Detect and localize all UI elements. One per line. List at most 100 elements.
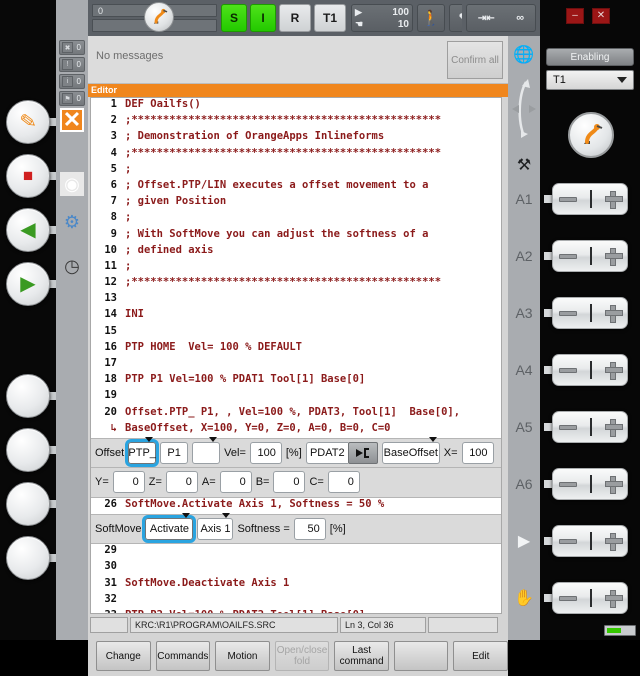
last-command-button[interactable]: Last command bbox=[334, 641, 389, 671]
offset-vel-field[interactable]: 100 bbox=[249, 441, 282, 464]
i-button[interactable]: I bbox=[250, 4, 276, 32]
code-line[interactable]: 19 bbox=[91, 389, 501, 405]
jog-minus-button-8[interactable] bbox=[559, 595, 578, 601]
mode-select[interactable]: T1 bbox=[546, 70, 634, 90]
edit-button[interactable]: Edit bbox=[453, 641, 509, 671]
offset-point-field[interactable]: P1 bbox=[160, 441, 189, 464]
jog-minus-button-2[interactable] bbox=[559, 253, 578, 259]
code-line[interactable]: 9 ; With SoftMove you can adjust the soft… bbox=[91, 228, 501, 244]
softmove-axis-field[interactable]: Axis 1 bbox=[197, 513, 234, 541]
code-line[interactable]: 18 PTP P1 Vel=100 % PDAT1 Tool[1] Base[0] bbox=[91, 373, 501, 389]
code-line[interactable]: 26 SoftMove.Activate Axis 1, Softness = 5… bbox=[91, 498, 501, 514]
jog-plus-button-6[interactable] bbox=[604, 476, 623, 494]
jog-plus-button-1[interactable] bbox=[604, 191, 623, 209]
jog-key-6[interactable] bbox=[552, 468, 628, 500]
motion-button[interactable]: Motion bbox=[215, 641, 270, 671]
stop-button[interactable]: ■ bbox=[6, 154, 50, 198]
ack-messages[interactable]: ✖ 0 bbox=[59, 40, 85, 55]
walking-man-icon[interactable]: 🚶 bbox=[417, 4, 445, 32]
world-coordinate-icon[interactable]: 🌐 bbox=[508, 42, 540, 68]
code-line[interactable]: 10 ; defined axis bbox=[91, 244, 501, 260]
close-button[interactable]: ✕ bbox=[592, 8, 610, 24]
change-button[interactable]: Change bbox=[96, 641, 151, 671]
code-line[interactable]: 30 bbox=[91, 560, 501, 576]
jog-key-2[interactable] bbox=[552, 240, 628, 272]
jog-key-7[interactable] bbox=[552, 525, 628, 557]
enabling-button[interactable]: Enabling bbox=[546, 48, 634, 66]
code-line[interactable]: 8; bbox=[91, 211, 501, 227]
incremental-jog-button[interactable]: ⇥⇤ ∞ bbox=[466, 4, 536, 32]
code-line[interactable]: 32 bbox=[91, 593, 501, 609]
info-messages[interactable]: i0 bbox=[59, 74, 85, 89]
code-line[interactable]: 5; bbox=[91, 163, 501, 179]
t1-button[interactable]: T1 bbox=[314, 4, 346, 32]
code-line[interactable]: 4 ;**************************************… bbox=[91, 147, 501, 163]
jog-plus-button-5[interactable] bbox=[604, 419, 623, 437]
code-line[interactable]: 17 bbox=[91, 357, 501, 373]
warning-messages[interactable]: ! 0 bbox=[59, 57, 85, 72]
jog-minus-button-7[interactable] bbox=[559, 538, 578, 544]
code-line[interactable]: 7 ; given Position bbox=[91, 195, 501, 211]
code-line[interactable]: 11; bbox=[91, 260, 501, 276]
settings-gear-icon[interactable]: ⚙ bbox=[60, 210, 84, 234]
jog-plus-button-2[interactable] bbox=[604, 248, 623, 266]
code-line[interactable]: 13 bbox=[91, 292, 501, 308]
blank-button[interactable] bbox=[393, 641, 449, 671]
offset-pdat-field[interactable]: PDAT2 bbox=[305, 441, 348, 464]
blank-button-4[interactable] bbox=[6, 536, 50, 580]
jog-minus-button-6[interactable] bbox=[559, 481, 578, 487]
forward-run-button[interactable]: ▶ bbox=[6, 262, 50, 306]
jog-key-1[interactable] bbox=[552, 183, 628, 215]
code-line[interactable]: 6 ; Offset.PTP/LIN executes a offset move… bbox=[91, 179, 501, 195]
close-program-icon[interactable]: ✕ bbox=[60, 107, 84, 132]
jog-key-3[interactable] bbox=[552, 297, 628, 329]
offset-c-field[interactable]: 0 bbox=[327, 471, 360, 494]
code-line[interactable]: 29 bbox=[91, 544, 501, 560]
backward-run-button[interactable]: ◀ bbox=[6, 208, 50, 252]
jog-key-8[interactable] bbox=[552, 582, 628, 614]
code-line[interactable]: 1 DEF Oailfs() bbox=[91, 98, 501, 114]
code-line[interactable]: 20 Offset.PTP_ P1, , Vel=100 %, PDAT3, To… bbox=[91, 406, 501, 422]
toolbar-robot-icon[interactable] bbox=[144, 2, 174, 32]
note-messages[interactable]: ⚑ 0 bbox=[59, 91, 85, 106]
jog-minus-button-1[interactable] bbox=[559, 196, 578, 202]
offset-y-field[interactable]: 0 bbox=[112, 471, 145, 494]
offset-x-field[interactable]: 100 bbox=[461, 441, 494, 464]
jog-direction-icon[interactable] bbox=[508, 74, 540, 144]
jog-key-4[interactable] bbox=[552, 354, 628, 386]
jog-minus-button-5[interactable] bbox=[559, 424, 578, 430]
r-button[interactable]: R bbox=[279, 4, 311, 32]
code-line[interactable]: 31 SoftMove.Deactivate Axis 1 bbox=[91, 577, 501, 593]
tool-base-icon-button[interactable] bbox=[347, 441, 378, 464]
code-line[interactable]: 12 ;*************************************… bbox=[91, 276, 501, 292]
code-line[interactable]: 15 bbox=[91, 325, 501, 341]
speed-override-group[interactable]: ▶ 100 ☚ 10 bbox=[351, 4, 413, 32]
offset-motion-type-field[interactable]: PTP_ bbox=[125, 436, 160, 467]
jog-minus-button-4[interactable] bbox=[559, 367, 578, 373]
jog-key-5[interactable] bbox=[552, 411, 628, 443]
clock-icon[interactable]: ◷ bbox=[60, 254, 84, 278]
code-line[interactable]: 14 INI bbox=[91, 308, 501, 324]
s-button[interactable]: S bbox=[221, 4, 247, 32]
camera-icon[interactable]: ◉ bbox=[60, 172, 84, 196]
tool-icon[interactable]: ⚒ bbox=[508, 152, 540, 178]
robot-arm-icon[interactable] bbox=[568, 112, 614, 158]
softmove-action-field[interactable]: Activate bbox=[142, 513, 197, 544]
edit-pen-button[interactable]: ✎ bbox=[6, 100, 50, 144]
offset-b-field[interactable]: 0 bbox=[273, 471, 306, 494]
offset-inlineform-row-2[interactable]: Y= 0 Z= 0 A= 0 B= 0 C= 0 bbox=[91, 467, 501, 498]
jog-plus-button-7[interactable] bbox=[604, 533, 623, 551]
code-line[interactable]: 2 ;**************************************… bbox=[91, 114, 501, 130]
confirm-all-button[interactable]: Confirm all bbox=[447, 41, 503, 79]
softmove-softness-field[interactable]: 50 bbox=[293, 518, 326, 541]
jog-plus-button-4[interactable] bbox=[604, 362, 623, 380]
offset-z-field[interactable]: 0 bbox=[165, 471, 198, 494]
code-line[interactable]: 3 ; Demonstration of OrangeApps Inlinefor… bbox=[91, 130, 501, 146]
code-editor[interactable]: 1 DEF Oailfs() 2 ;*************************… bbox=[90, 97, 502, 614]
code-line[interactable]: 16 PTP HOME Vel= 100 % DEFAULT bbox=[91, 341, 501, 357]
blank-button-1[interactable] bbox=[6, 374, 50, 418]
blank-button-3[interactable] bbox=[6, 482, 50, 526]
offset-empty-field[interactable] bbox=[192, 436, 221, 464]
minimize-button[interactable]: – bbox=[566, 8, 584, 24]
blank-button-2[interactable] bbox=[6, 428, 50, 472]
